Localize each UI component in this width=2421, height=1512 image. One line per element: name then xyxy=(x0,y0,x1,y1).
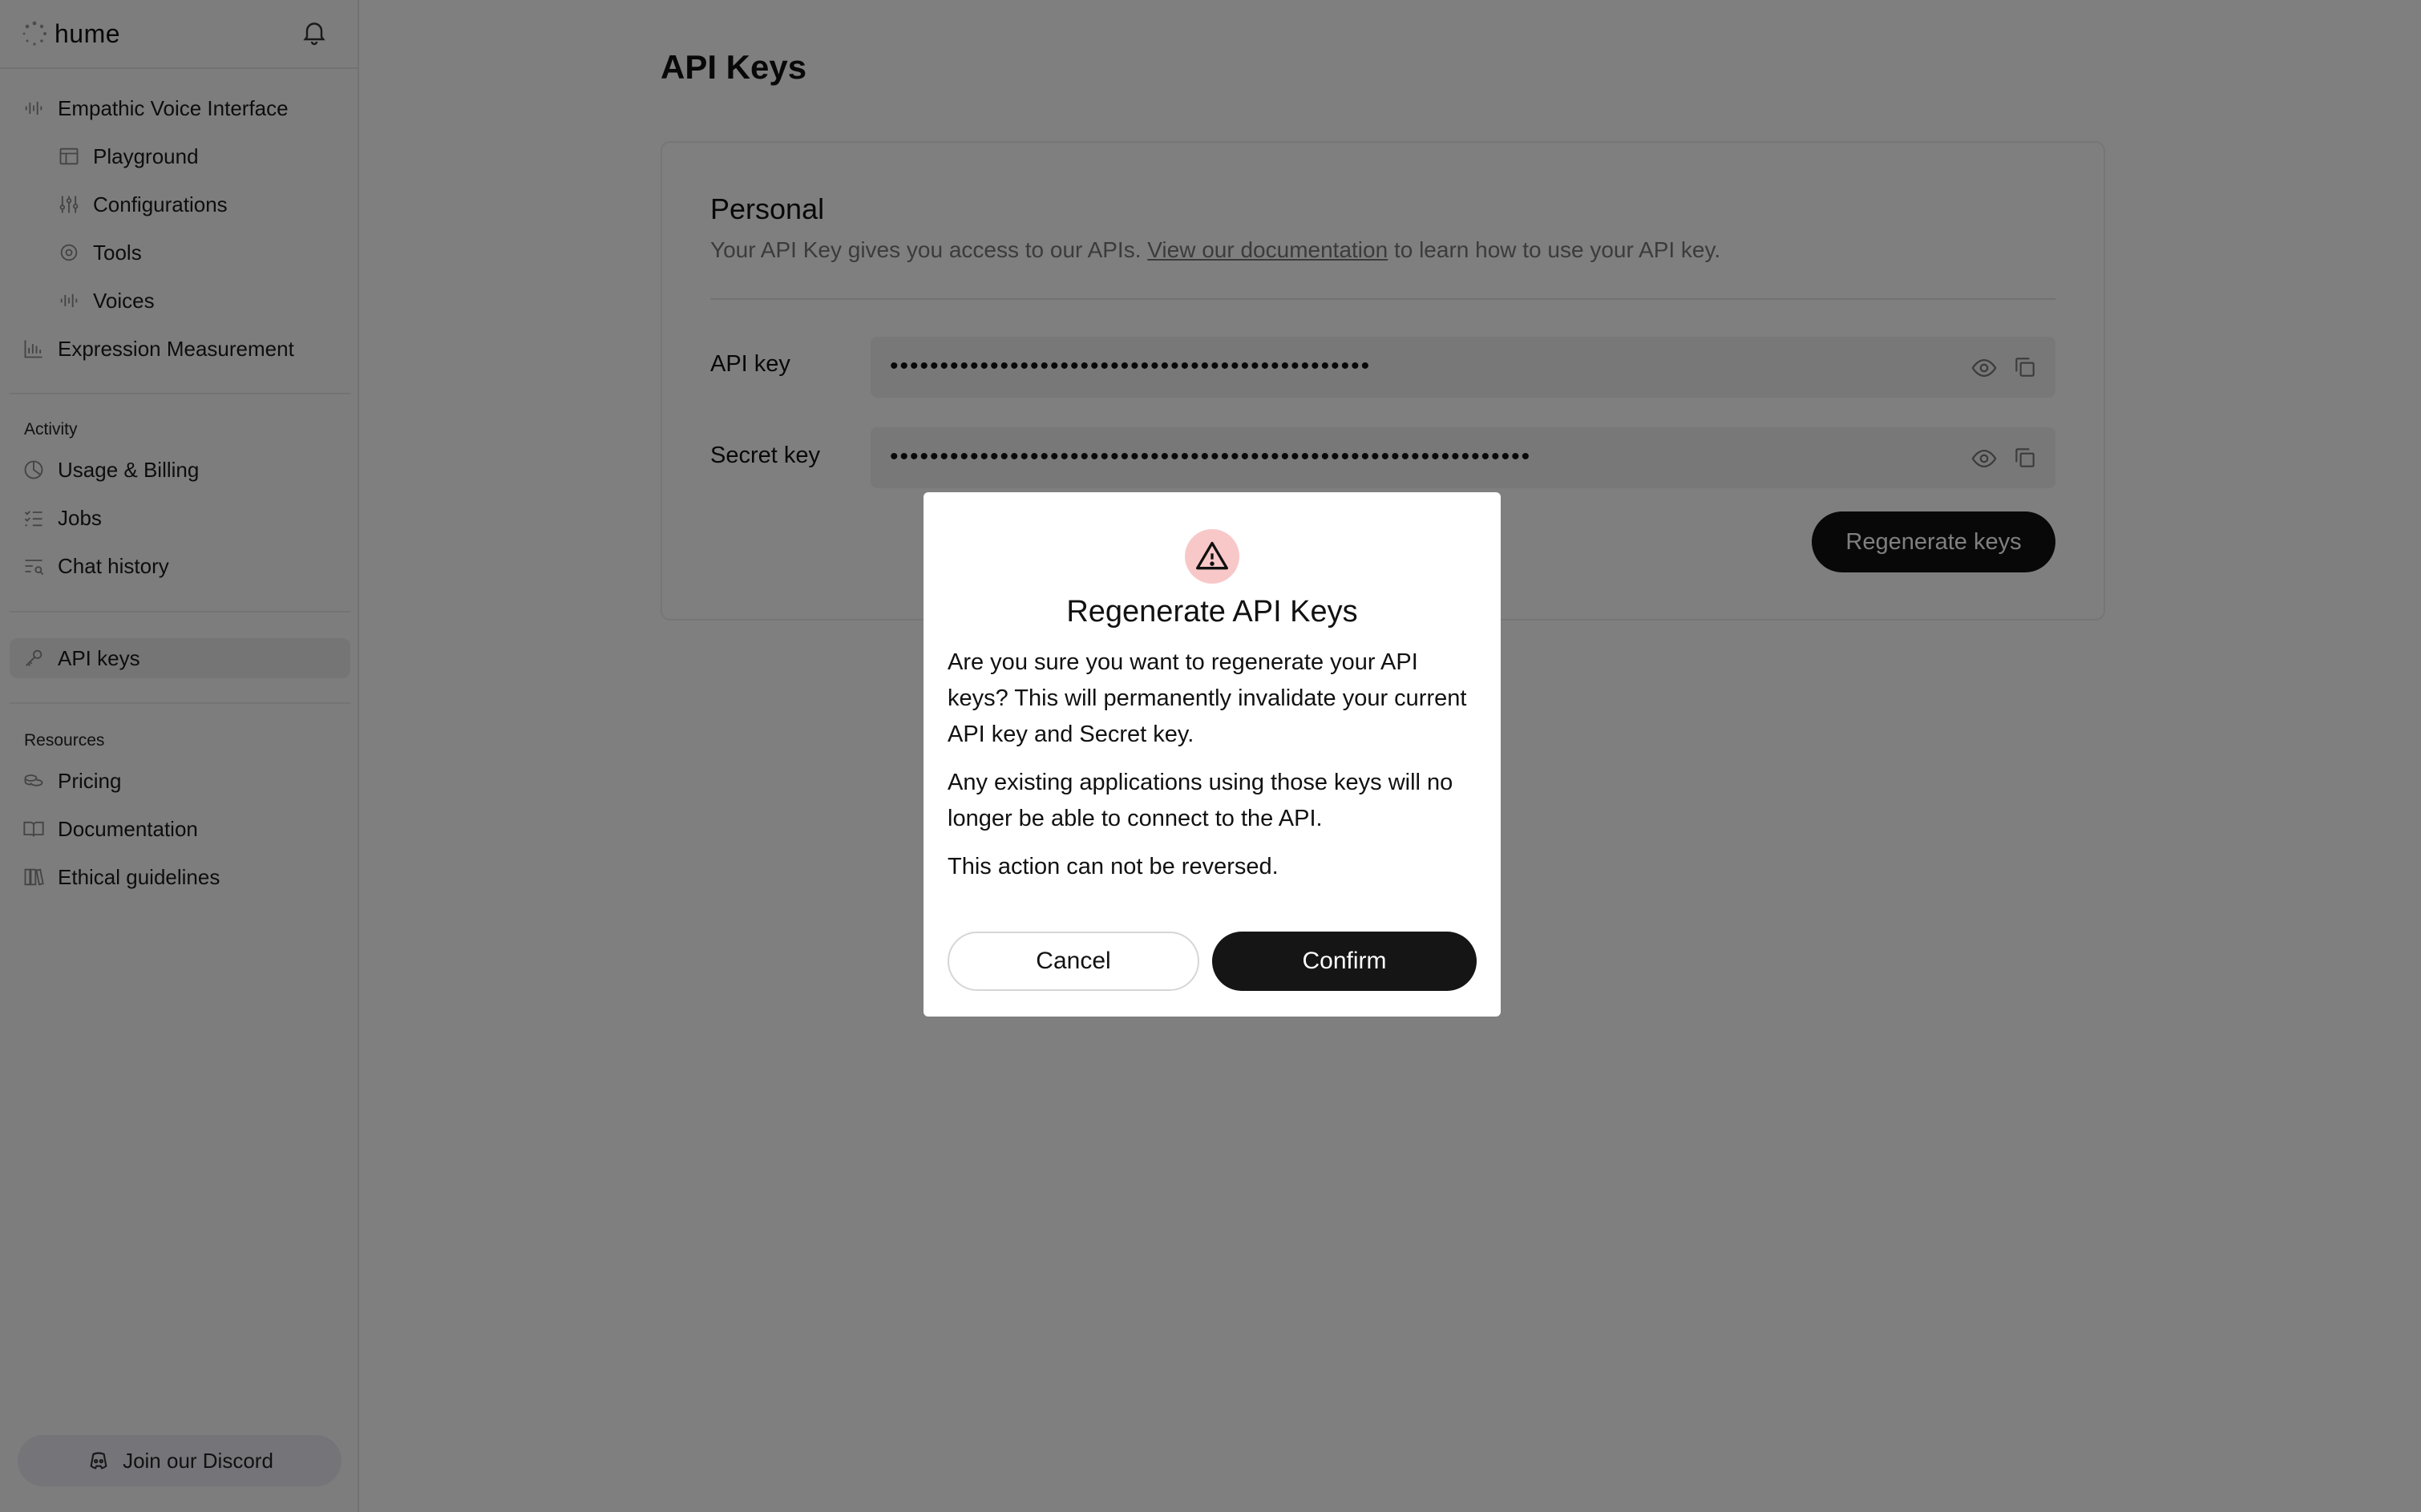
regenerate-keys-dialog: Regenerate API Keys Are you sure you wan… xyxy=(924,492,1501,1017)
warning-badge xyxy=(1185,529,1239,584)
dialog-paragraph-3: This action can not be reversed. xyxy=(948,854,1279,879)
dialog-paragraph-2: Any existing applications using those ke… xyxy=(948,770,1453,831)
dialog-title: Regenerate API Keys xyxy=(1066,595,1358,629)
confirm-button[interactable]: Confirm xyxy=(1212,932,1477,991)
cancel-button[interactable]: Cancel xyxy=(948,932,1199,991)
dialog-paragraph-1: Are you sure you want to regenerate your… xyxy=(948,649,1467,747)
warning-triangle-icon xyxy=(1196,541,1228,570)
